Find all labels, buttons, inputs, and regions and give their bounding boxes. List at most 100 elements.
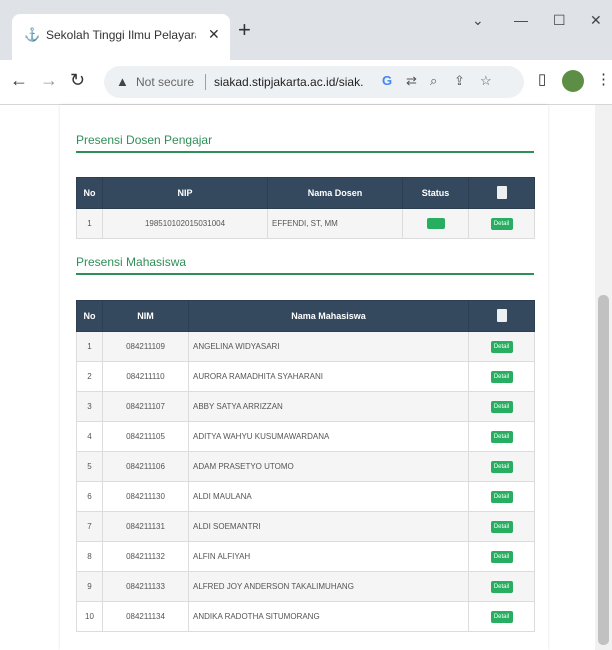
cell-nama-mahasiswa: ANGELINA WIDYASARI — [188, 331, 469, 362]
detail-button[interactable]: Detail — [490, 580, 513, 593]
url-text[interactable]: siakad.stipjakarta.ac.id/siak... — [214, 75, 364, 89]
cell-no: 8 — [76, 541, 103, 572]
cell-nip: 198510102015031004 — [102, 208, 268, 239]
dosen-section-title: Presensi Dosen Pengajar — [76, 133, 213, 147]
status-badge — [426, 218, 445, 229]
detail-button[interactable]: Detail — [490, 550, 513, 563]
bookmark-star-icon[interactable]: ☆ — [480, 73, 492, 89]
cell-nama-mahasiswa: ABBY SATYA ARRIZZAN — [188, 391, 469, 422]
table-row: 10 084211134 ANDIKA RADOTHA SITUMORANG D… — [76, 601, 535, 632]
dosen-section-divider — [76, 151, 534, 153]
detail-button[interactable]: Detail — [490, 217, 513, 230]
browser-tab-strip: ⚓ Sekolah Tinggi Ilmu Pelayaran J... ✕ +… — [0, 0, 612, 60]
tab-title: Sekolah Tinggi Ilmu Pelayaran J... — [46, 28, 196, 42]
cell-action: Detail — [468, 571, 535, 602]
cell-no: 9 — [76, 571, 103, 602]
side-panel-icon[interactable]: ▯ — [538, 70, 546, 88]
address-divider — [205, 74, 206, 90]
content-card: Presensi Dosen Pengajar No NIP Nama Dose… — [60, 105, 548, 650]
table-row: 6 084211130 ALDI MAULANA Detail — [76, 481, 535, 512]
cell-action: Detail — [468, 361, 535, 392]
reload-icon[interactable]: ↻ — [70, 70, 85, 91]
cell-action: Detail — [468, 421, 535, 452]
cell-no: 6 — [76, 481, 103, 512]
cell-action: Detail — [468, 541, 535, 572]
close-tab-icon[interactable]: ✕ — [208, 26, 220, 43]
cell-no: 2 — [76, 361, 103, 392]
translate-icon[interactable]: ⇄ — [406, 73, 417, 89]
table-row: 2 084211110 AURORA RAMADHITA SYAHARANI D… — [76, 361, 535, 392]
detail-button[interactable]: Detail — [490, 370, 513, 383]
table-row: 9 084211133 ALFRED JOY ANDERSON TAKALIMU… — [76, 571, 535, 602]
new-tab-button[interactable]: + — [238, 19, 251, 41]
back-icon[interactable]: ← — [10, 70, 28, 91]
cell-nama-mahasiswa: ALFIN ALFIYAH — [188, 541, 469, 572]
detail-button[interactable]: Detail — [490, 490, 513, 503]
cell-nama-mahasiswa: ANDIKA RADOTHA SITUMORANG — [188, 601, 469, 632]
warning-icon[interactable]: ▲ — [116, 74, 129, 89]
cell-nama-mahasiswa: ALDI MAULANA — [188, 481, 469, 512]
mahasiswa-table: No NIM Nama Mahasiswa 1 084211109 ANGELI… — [76, 300, 535, 632]
share-icon[interactable]: ⇪ — [454, 73, 465, 89]
cell-action: Detail — [468, 331, 535, 362]
tab-search-icon[interactable]: ⌄ — [472, 12, 484, 29]
close-window-icon[interactable]: ✕ — [590, 12, 602, 29]
profile-avatar[interactable] — [562, 70, 584, 92]
table-row: 8 084211132 ALFIN ALFIYAH Detail — [76, 541, 535, 572]
cell-nama-mahasiswa: ALDI SOEMANTRI — [188, 511, 469, 542]
cell-nim: 084211105 — [102, 421, 189, 452]
address-bar[interactable]: ▲ Not secure siakad.stipjakarta.ac.id/si… — [104, 66, 524, 98]
cell-no: 7 — [76, 511, 103, 542]
col-header-nim: NIM — [102, 300, 189, 332]
detail-button[interactable]: Detail — [490, 460, 513, 473]
detail-button[interactable]: Detail — [490, 430, 513, 443]
cell-action: Detail — [468, 601, 535, 632]
maximize-icon[interactable]: ☐ — [553, 12, 566, 29]
table-row: 1 198510102015031004 EFFENDI, ST, MM Det… — [76, 208, 535, 239]
col-header-nip: NIP — [102, 177, 268, 209]
col-header-nama-dosen: Nama Dosen — [267, 177, 403, 209]
scrollbar-thumb[interactable] — [598, 295, 609, 645]
cell-action: Detail — [468, 481, 535, 512]
cell-nama-mahasiswa: AURORA RAMADHITA SYAHARANI — [188, 361, 469, 392]
cell-nim: 084211110 — [102, 361, 189, 392]
zoom-icon[interactable]: ⌕ — [430, 73, 437, 89]
mahasiswa-section-divider — [76, 273, 534, 275]
col-header-action — [468, 177, 535, 209]
google-lens-icon[interactable]: G — [382, 73, 392, 88]
table-row: 3 084211107 ABBY SATYA ARRIZZAN Detail — [76, 391, 535, 422]
dosen-table: No NIP Nama Dosen Status 1 1985101020150… — [76, 177, 535, 239]
page-viewport: Presensi Dosen Pengajar No NIP Nama Dose… — [0, 105, 612, 650]
cell-action: Detail — [468, 391, 535, 422]
cell-nim: 084211107 — [102, 391, 189, 422]
browser-toolbar: ← → ↻ ▲ Not secure siakad.stipjakarta.ac… — [0, 60, 612, 105]
detail-button[interactable]: Detail — [490, 520, 513, 533]
anchor-icon: ⚓ — [24, 27, 41, 42]
detail-button[interactable]: Detail — [490, 400, 513, 413]
cell-action: Detail — [468, 511, 535, 542]
cell-nim: 084211130 — [102, 481, 189, 512]
table-row: 5 084211106 ADAM PRASETYO UTOMO Detail — [76, 451, 535, 482]
cell-action: Detail — [468, 451, 535, 482]
forward-icon[interactable]: → — [40, 70, 58, 91]
detail-button[interactable]: Detail — [490, 610, 513, 623]
cell-action: Detail — [468, 208, 535, 239]
cell-no: 3 — [76, 391, 103, 422]
cell-nim: 084211133 — [102, 571, 189, 602]
cell-nama-mahasiswa: ALFRED JOY ANDERSON TAKALIMUHANG — [188, 571, 469, 602]
minimize-icon[interactable]: — — [514, 12, 528, 28]
cell-status — [402, 208, 469, 239]
menu-kebab-icon[interactable]: ⋮ — [596, 70, 611, 88]
col-header-no: No — [76, 300, 103, 332]
document-icon — [496, 185, 507, 199]
cell-nama-mahasiswa: ADITYA WAHYU KUSUMAWARDANA — [188, 421, 469, 452]
col-header-no: No — [76, 177, 103, 209]
cell-nim: 084211132 — [102, 541, 189, 572]
not-secure-label: Not secure — [136, 75, 195, 89]
col-header-action — [468, 300, 535, 332]
cell-nama-mahasiswa: ADAM PRASETYO UTOMO — [188, 451, 469, 482]
table-row: 4 084211105 ADITYA WAHYU KUSUMAWARDANA D… — [76, 421, 535, 452]
browser-tab[interactable]: ⚓ Sekolah Tinggi Ilmu Pelayaran J... ✕ — [12, 14, 230, 60]
detail-button[interactable]: Detail — [490, 340, 513, 353]
table-row: 1 084211109 ANGELINA WIDYASARI Detail — [76, 331, 535, 362]
